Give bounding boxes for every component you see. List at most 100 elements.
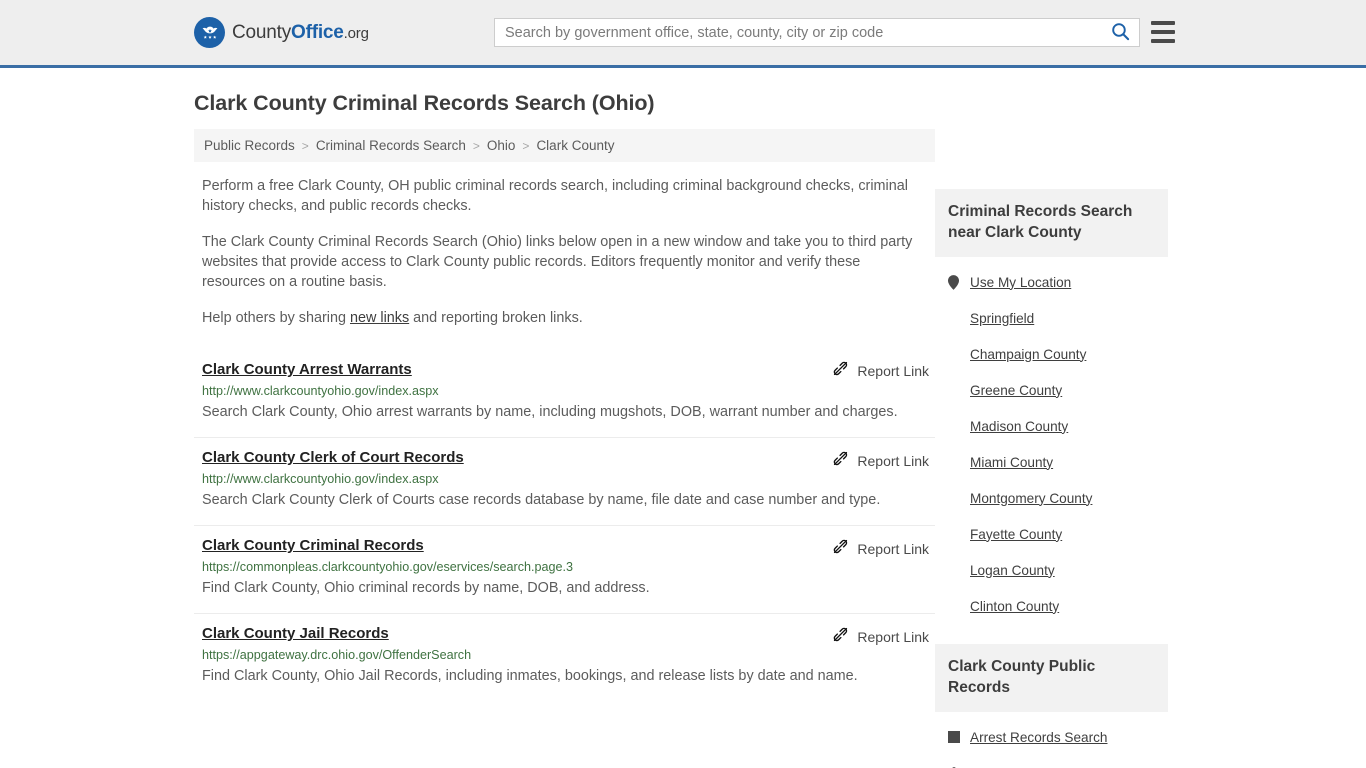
spacer-icon	[946, 563, 961, 578]
sidebar-nearby-link[interactable]: Madison County	[970, 419, 1068, 434]
result-item: Clark County Jail Records https://appgat…	[194, 613, 935, 701]
sidebar-nearby-box: Criminal Records Search near Clark Count…	[935, 189, 1168, 624]
result-description: Find Clark County, Ohio Jail Records, in…	[202, 668, 858, 684]
report-link-label: Report Link	[857, 363, 929, 379]
map-pin-icon	[946, 274, 961, 290]
result-title-link[interactable]: Clark County Arrest Warrants	[202, 361, 412, 378]
report-link-button[interactable]: Report Link	[832, 538, 929, 560]
sidebar-public-records-list: Arrest Records Search Court Record	[935, 719, 1168, 768]
eagle-seal-icon	[194, 17, 225, 48]
search-button[interactable]	[1101, 19, 1139, 46]
report-link-button[interactable]: Report Link	[832, 626, 929, 648]
spacer-icon	[946, 347, 961, 362]
sidebar-section-spacer	[935, 624, 1168, 644]
sidebar-nearby-link[interactable]: Montgomery County	[970, 491, 1092, 506]
results-list: Clark County Arrest Warrants http://www.…	[194, 348, 935, 701]
broken-link-icon	[832, 450, 849, 472]
sidebar-item-madison-county[interactable]: Madison County	[935, 408, 1168, 444]
result-description: Find Clark County, Ohio criminal records…	[202, 580, 650, 596]
intro3-text-after: and reporting broken links.	[409, 310, 583, 326]
hamburger-bar	[1151, 21, 1175, 25]
intro-paragraph-2: The Clark County Criminal Records Search…	[202, 234, 913, 290]
new-links-link[interactable]: new links	[350, 310, 409, 326]
result-url: https://appgateway.drc.ohio.gov/Offender…	[202, 648, 472, 662]
intro3-text-before: Help others by sharing	[202, 310, 350, 326]
breadcrumb-item-clark-county[interactable]: Clark County	[536, 138, 614, 153]
result-item: Clark County Arrest Warrants http://www.…	[194, 348, 935, 437]
sidebar-item-use-my-location[interactable]: Use My Location	[935, 264, 1168, 300]
intro-paragraph-3: Help others by sharing new links and rep…	[202, 308, 917, 328]
site-header: CountyOffice.org	[0, 0, 1366, 68]
sidebar-nearby-link[interactable]: Greene County	[970, 383, 1062, 398]
report-link-label: Report Link	[857, 629, 929, 645]
breadcrumb: Public Records > Criminal Records Search…	[194, 129, 935, 162]
result-url: https://commonpleas.clarkcountyohio.gov/…	[202, 560, 574, 574]
logo-text-org: .org	[343, 24, 369, 42]
spacer-icon	[946, 419, 961, 434]
report-link-label: Report Link	[857, 453, 929, 469]
breadcrumb-item-ohio[interactable]: Ohio	[487, 138, 516, 153]
sidebar-item-champaign-county[interactable]: Champaign County	[935, 336, 1168, 372]
sidebar-nearby-link[interactable]: Use My Location	[970, 275, 1071, 290]
breadcrumb-separator: >	[301, 138, 309, 153]
broken-link-icon	[832, 626, 849, 648]
spacer-icon	[946, 527, 961, 542]
sidebar-item-miami-county[interactable]: Miami County	[935, 444, 1168, 480]
result-title-link[interactable]: Clark County Jail Records	[202, 625, 389, 642]
spacer-icon	[946, 383, 961, 398]
breadcrumb-separator: >	[522, 138, 530, 153]
sidebar-nearby-link[interactable]: Logan County	[970, 563, 1055, 578]
result-url: http://www.clarkcountyohio.gov/index.asp…	[202, 384, 439, 398]
sidebar-public-records-heading: Clark County Public Records	[935, 644, 1168, 712]
fingerprint-card-icon	[946, 730, 961, 745]
breadcrumb-item-criminal-records-search[interactable]: Criminal Records Search	[316, 138, 466, 153]
sidebar-item-montgomery-county[interactable]: Montgomery County	[935, 480, 1168, 516]
sidebar-nearby-link[interactable]: Champaign County	[970, 347, 1086, 362]
sidebar-public-records-link[interactable]: Arrest Records Search	[970, 730, 1108, 745]
sidebar-nearby-link[interactable]: Clinton County	[970, 599, 1059, 614]
spacer-icon	[946, 491, 961, 506]
intro-paragraph-1: Perform a free Clark County, OH public c…	[202, 178, 908, 214]
sidebar-item-springfield[interactable]: Springfield	[935, 300, 1168, 336]
sidebar-nearby-list: Use My Location Springfield Champaign Co…	[935, 264, 1168, 624]
sidebar-nearby-link[interactable]: Springfield	[970, 311, 1034, 326]
sidebar-nearby-link[interactable]: Miami County	[970, 455, 1053, 470]
sidebar-item-court-records-search[interactable]: Court Records Search	[935, 755, 1168, 768]
sidebar-item-arrest-records-search[interactable]: Arrest Records Search	[935, 719, 1168, 755]
site-logo[interactable]: CountyOffice.org	[194, 17, 369, 48]
result-title-link[interactable]: Clark County Clerk of Court Records	[202, 449, 464, 466]
logo-text-county: County	[232, 21, 292, 43]
broken-link-icon	[832, 360, 849, 382]
sidebar-item-greene-county[interactable]: Greene County	[935, 372, 1168, 408]
sidebar-top-spacer	[935, 68, 1168, 189]
logo-text-office: Office	[291, 21, 344, 43]
main-content: Clark County Criminal Records Search (Oh…	[194, 68, 935, 768]
report-link-label: Report Link	[857, 541, 929, 557]
breadcrumb-separator: >	[472, 138, 480, 153]
sidebar-item-fayette-county[interactable]: Fayette County	[935, 516, 1168, 552]
result-title-link[interactable]: Clark County Criminal Records	[202, 537, 424, 554]
result-url: http://www.clarkcountyohio.gov/index.asp…	[202, 472, 439, 486]
sidebar-nearby-link[interactable]: Fayette County	[970, 527, 1062, 542]
sidebar: Criminal Records Search near Clark Count…	[935, 68, 1168, 768]
hamburger-bar	[1151, 30, 1175, 34]
result-item: Clark County Clerk of Court Records http…	[194, 437, 935, 525]
sidebar-item-logan-county[interactable]: Logan County	[935, 552, 1168, 588]
search-input[interactable]	[495, 19, 1101, 46]
result-description: Search Clark County, Ohio arrest warrant…	[202, 404, 898, 420]
sidebar-item-clinton-county[interactable]: Clinton County	[935, 588, 1168, 624]
page-title: Clark County Criminal Records Search (Oh…	[194, 91, 655, 115]
report-link-button[interactable]: Report Link	[832, 450, 929, 472]
broken-link-icon	[832, 538, 849, 560]
hamburger-menu-icon[interactable]	[1151, 19, 1175, 45]
search-bar[interactable]	[494, 18, 1140, 47]
result-description: Search Clark County Clerk of Courts case…	[202, 492, 881, 508]
page-body: Clark County Criminal Records Search (Oh…	[0, 68, 1366, 768]
spacer-icon	[946, 311, 961, 326]
search-icon	[1111, 22, 1130, 44]
hamburger-bar	[1151, 39, 1175, 43]
breadcrumb-item-public-records[interactable]: Public Records	[204, 138, 295, 153]
report-link-button[interactable]: Report Link	[832, 360, 929, 382]
site-logo-text: CountyOffice.org	[232, 22, 369, 44]
spacer-icon	[946, 599, 961, 614]
